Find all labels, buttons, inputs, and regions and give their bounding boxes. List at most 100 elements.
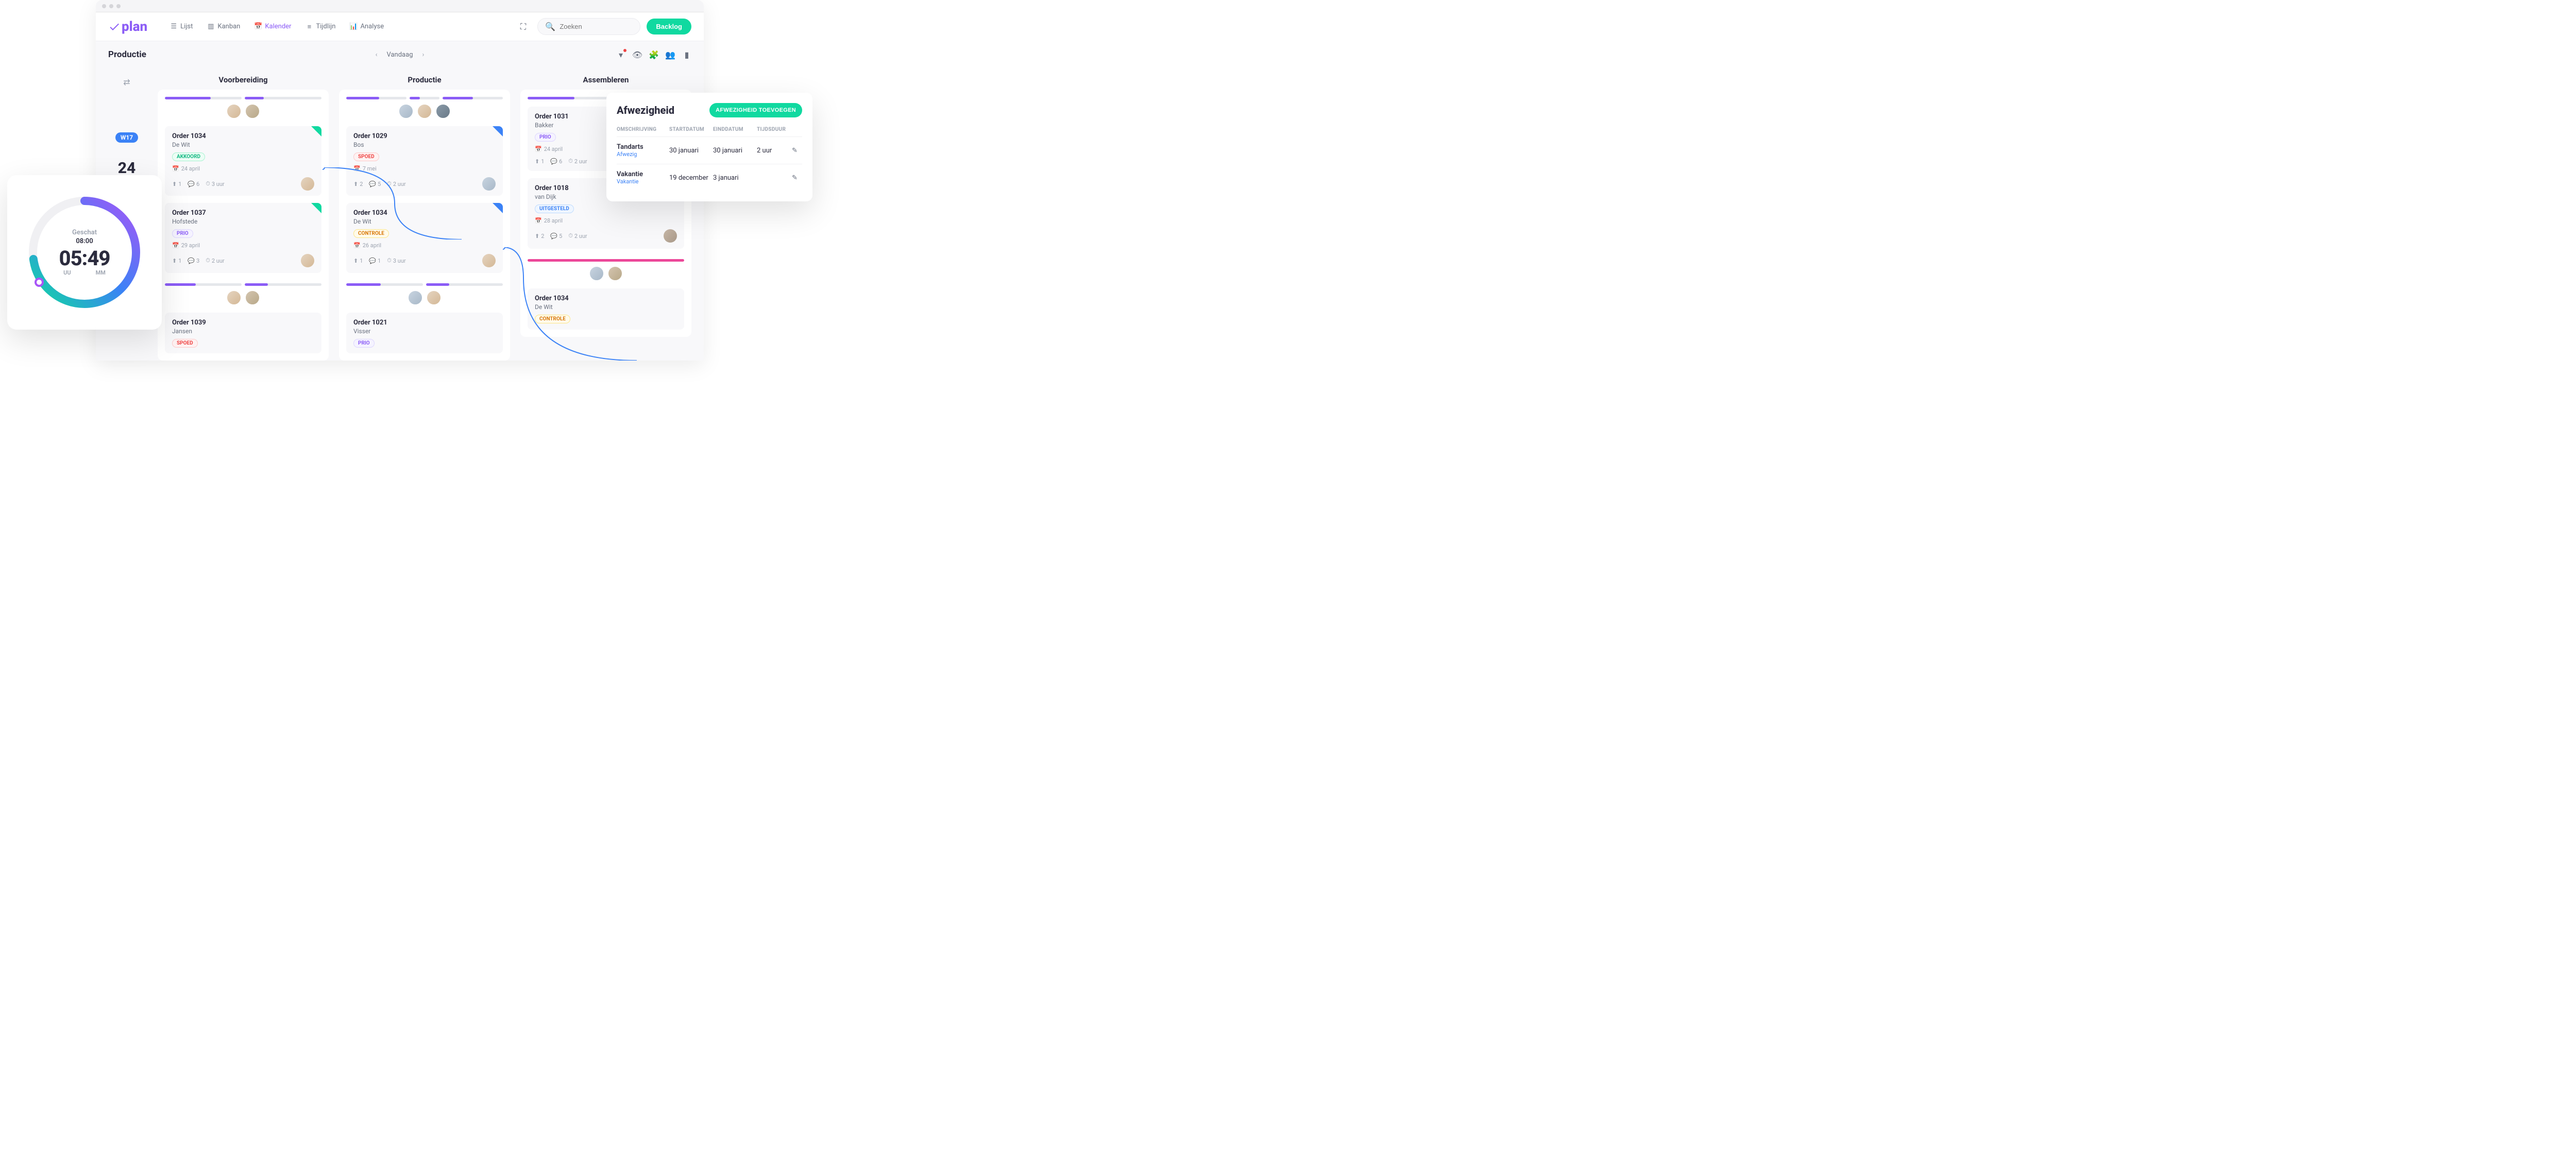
stat-hours: ⏱ 2 uur: [568, 232, 587, 239]
calendar-mini-icon: 📅: [353, 242, 361, 249]
avatar[interactable]: [226, 290, 242, 305]
stat-upload: ⬆ 1: [535, 158, 544, 165]
absence-columns: OMSCHRIJVING STARTDATUM EINDDATUM TIJDSD…: [617, 127, 802, 137]
next-arrow-icon[interactable]: ›: [422, 51, 425, 59]
absence-title: Afwezigheid: [617, 104, 674, 116]
nav-tab-kalender[interactable]: 📅 Kalender: [248, 20, 297, 33]
progress-bar: [443, 97, 503, 99]
absence-desc-type[interactable]: Afwezig: [617, 151, 669, 158]
avatar[interactable]: [398, 104, 414, 119]
search-box[interactable]: 🔍: [537, 18, 640, 35]
card-footer: ⬆ 1 💬 6 ⏱ 3 uur: [172, 177, 314, 191]
avatar[interactable]: [301, 254, 314, 267]
stat-upload: ⬆ 2: [535, 232, 544, 239]
avatar[interactable]: [226, 104, 242, 119]
today-label[interactable]: Vandaag: [386, 51, 413, 59]
timer-handle[interactable]: [35, 278, 44, 287]
logo-check-icon: [108, 21, 121, 33]
fullscreen-icon[interactable]: ⛶: [515, 19, 531, 35]
avatar[interactable]: [245, 104, 260, 119]
absence-desc-type[interactable]: Vakantie: [617, 178, 669, 185]
puzzle-icon[interactable]: 🧩: [649, 50, 658, 59]
avatar[interactable]: [664, 229, 677, 243]
avatar[interactable]: [589, 266, 604, 281]
progress-bar: [426, 283, 503, 286]
card-tag: SPOED: [172, 339, 198, 348]
backlog-button[interactable]: Backlog: [647, 19, 691, 35]
order-card[interactable]: Order 1034 De Wit AKKOORD 📅24 april ⬆ 1 …: [165, 126, 321, 196]
progress-bar: [165, 97, 242, 99]
column-header: Assembleren: [520, 68, 691, 90]
card-corner: [493, 203, 503, 213]
avatars: [226, 104, 260, 119]
absence-row: Tandarts Afwezig 30 januari 30 januari 2…: [617, 137, 802, 164]
nav-tab-kanban[interactable]: ▥ Kanban: [201, 20, 246, 33]
stat-upload: ⬆ 1: [353, 257, 363, 264]
order-card[interactable]: Order 1037 Hofstede PRIO 📅29 april ⬆ 1 💬…: [165, 203, 321, 272]
card-tag: UITGESTELD: [535, 204, 574, 213]
calendar-mini-icon: 📅: [172, 165, 179, 172]
card-stats: ⬆ 2 💬 5 ⏱ 2 uur: [353, 180, 406, 187]
column-body: Order 1034 De Wit AKKOORD 📅24 april ⬆ 1 …: [158, 90, 329, 361]
timer-center: Geschat 08:00 05:49 UU MM: [25, 193, 144, 312]
week-badge: W17: [115, 132, 138, 143]
absence-end: 3 januari: [713, 174, 757, 182]
col-header-end: EINDDATUM: [713, 127, 757, 132]
column-icon[interactable]: ▮: [682, 50, 691, 59]
card-date: 📅28 april: [535, 217, 677, 224]
absence-add-button[interactable]: AFWEZIGHEID TOEVOEGEN: [709, 103, 802, 117]
avatar[interactable]: [435, 104, 451, 119]
avatar[interactable]: [408, 290, 423, 305]
timer-widget: Geschat 08:00 05:49 UU MM: [7, 175, 162, 330]
nav-tabs: ☰ Lijst ▥ Kanban 📅 Kalender ≡ Tijdlijn 📊…: [164, 20, 390, 33]
card-sub: Visser: [353, 328, 496, 335]
card-footer: ⬆ 1 💬 1 ⏱ 3 uur: [353, 254, 496, 267]
stat-comment: 💬 5: [550, 232, 562, 239]
prev-arrow-icon[interactable]: ‹: [376, 51, 378, 59]
search-input[interactable]: [560, 23, 650, 30]
order-card[interactable]: Order 1029 Bos SPOED 📅7 mei ⬆ 2 💬 5 ⏱ 2 …: [346, 126, 503, 196]
card-tag: CONTROLE: [535, 315, 570, 323]
column-productie: Productie: [339, 68, 510, 361]
progress-bar: [346, 97, 406, 99]
column-header: Voorbereiding: [158, 68, 329, 90]
order-card[interactable]: Order 1034 De Wit CONTROLE: [528, 288, 684, 330]
shuffle-icon[interactable]: ⇄: [123, 77, 130, 87]
avatar[interactable]: [482, 254, 496, 267]
card-corner: [311, 126, 321, 136]
avatar[interactable]: [417, 104, 432, 119]
edit-icon[interactable]: ✎: [792, 174, 802, 182]
order-card[interactable]: Order 1034 De Wit CONTROLE 📅26 april ⬆ 1…: [346, 203, 503, 272]
nav-tab-tijdlijn[interactable]: ≡ Tijdlijn: [299, 20, 342, 33]
progress-bar: [245, 97, 321, 99]
people-icon[interactable]: 👥: [666, 50, 675, 59]
filter-icon[interactable]: ▾: [616, 50, 625, 59]
eye-icon[interactable]: 👁: [633, 50, 642, 59]
page-title: Productie: [108, 49, 146, 60]
edit-icon[interactable]: ✎: [792, 147, 802, 155]
avatar[interactable]: [607, 266, 623, 281]
card-date: 📅29 april: [172, 242, 314, 249]
header-right: ⛶ 🔍 Backlog: [515, 18, 691, 35]
timer-unit-hours: UU: [63, 269, 71, 276]
nav-tab-lijst[interactable]: ☰ Lijst: [164, 20, 199, 33]
progress-bar: [245, 283, 321, 286]
avatar[interactable]: [301, 177, 314, 191]
calendar-mini-icon: 📅: [535, 217, 542, 224]
card-title: Order 1029: [353, 132, 496, 140]
avatars: [398, 104, 451, 119]
calendar-mini-icon: 📅: [353, 165, 361, 172]
avatar[interactable]: [482, 177, 496, 191]
avatar[interactable]: [245, 290, 260, 305]
card-stats: ⬆ 1 💬 6 ⏱ 2 uur: [535, 158, 587, 165]
logo[interactable]: plan: [108, 19, 147, 35]
absence-row: Vakantie Vakantie 19 december 3 januari …: [617, 164, 802, 191]
nav-tab-analyse[interactable]: 📊 Analyse: [344, 20, 390, 33]
nav-tab-label: Lijst: [180, 23, 193, 30]
card-footer: ⬆ 1 💬 3 ⏱ 2 uur: [172, 254, 314, 267]
column-header: Productie: [339, 68, 510, 90]
order-card[interactable]: Order 1039 Jansen SPOED: [165, 313, 321, 353]
avatar[interactable]: [426, 290, 442, 305]
order-card[interactable]: Order 1021 Visser PRIO: [346, 313, 503, 353]
timeline-icon: ≡: [306, 23, 313, 30]
